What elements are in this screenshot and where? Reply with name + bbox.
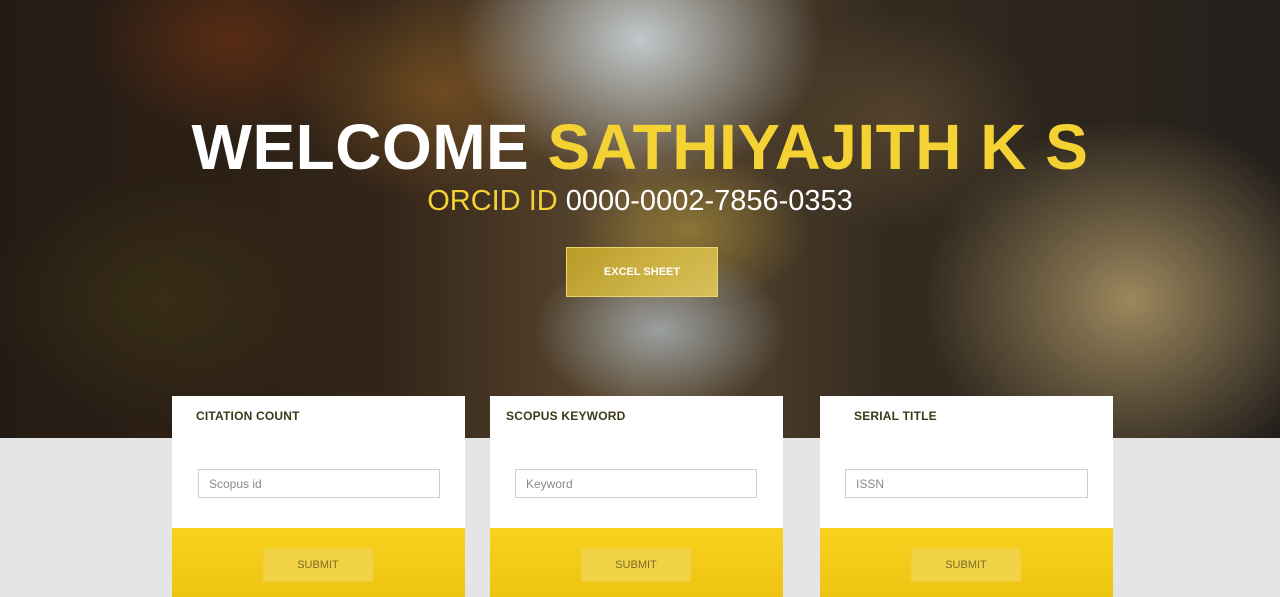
card-footer: SUBMIT (490, 528, 783, 597)
hero-background-image (0, 0, 1280, 438)
orcid-line: ORCID ID 0000-0002-7856-0353 (0, 183, 1280, 219)
orcid-value: 0000-0002-7856-0353 (565, 185, 853, 217)
scopus-id-input[interactable] (198, 469, 440, 498)
scopus-keyword-card: SCOPUS KEYWORD SUBMIT (490, 396, 783, 597)
welcome-word: WELCOME (191, 111, 530, 183)
card-title: CITATION COUNT (196, 409, 300, 423)
orcid-label: ORCID ID (427, 185, 558, 217)
card-title: SERIAL TITLE (854, 409, 937, 423)
keyword-submit-button[interactable]: SUBMIT (581, 548, 691, 582)
serial-title-card: SERIAL TITLE SUBMIT (820, 396, 1113, 597)
hero-banner: WELCOME SATHIYAJITH K S ORCID ID 0000-00… (0, 0, 1280, 438)
citation-count-card: CITATION COUNT SUBMIT (172, 396, 465, 597)
card-title: SCOPUS KEYWORD (506, 409, 626, 423)
card-footer: SUBMIT (172, 528, 465, 597)
citation-submit-button[interactable]: SUBMIT (263, 548, 373, 582)
welcome-heading: WELCOME SATHIYAJITH K S (0, 112, 1280, 182)
serial-submit-button[interactable]: SUBMIT (911, 548, 1021, 582)
user-name: SATHIYAJITH K S (547, 111, 1089, 183)
keyword-input[interactable] (515, 469, 757, 498)
issn-input[interactable] (845, 469, 1088, 498)
excel-sheet-button[interactable]: EXCEL SHEET (566, 247, 718, 297)
card-footer: SUBMIT (820, 528, 1113, 597)
